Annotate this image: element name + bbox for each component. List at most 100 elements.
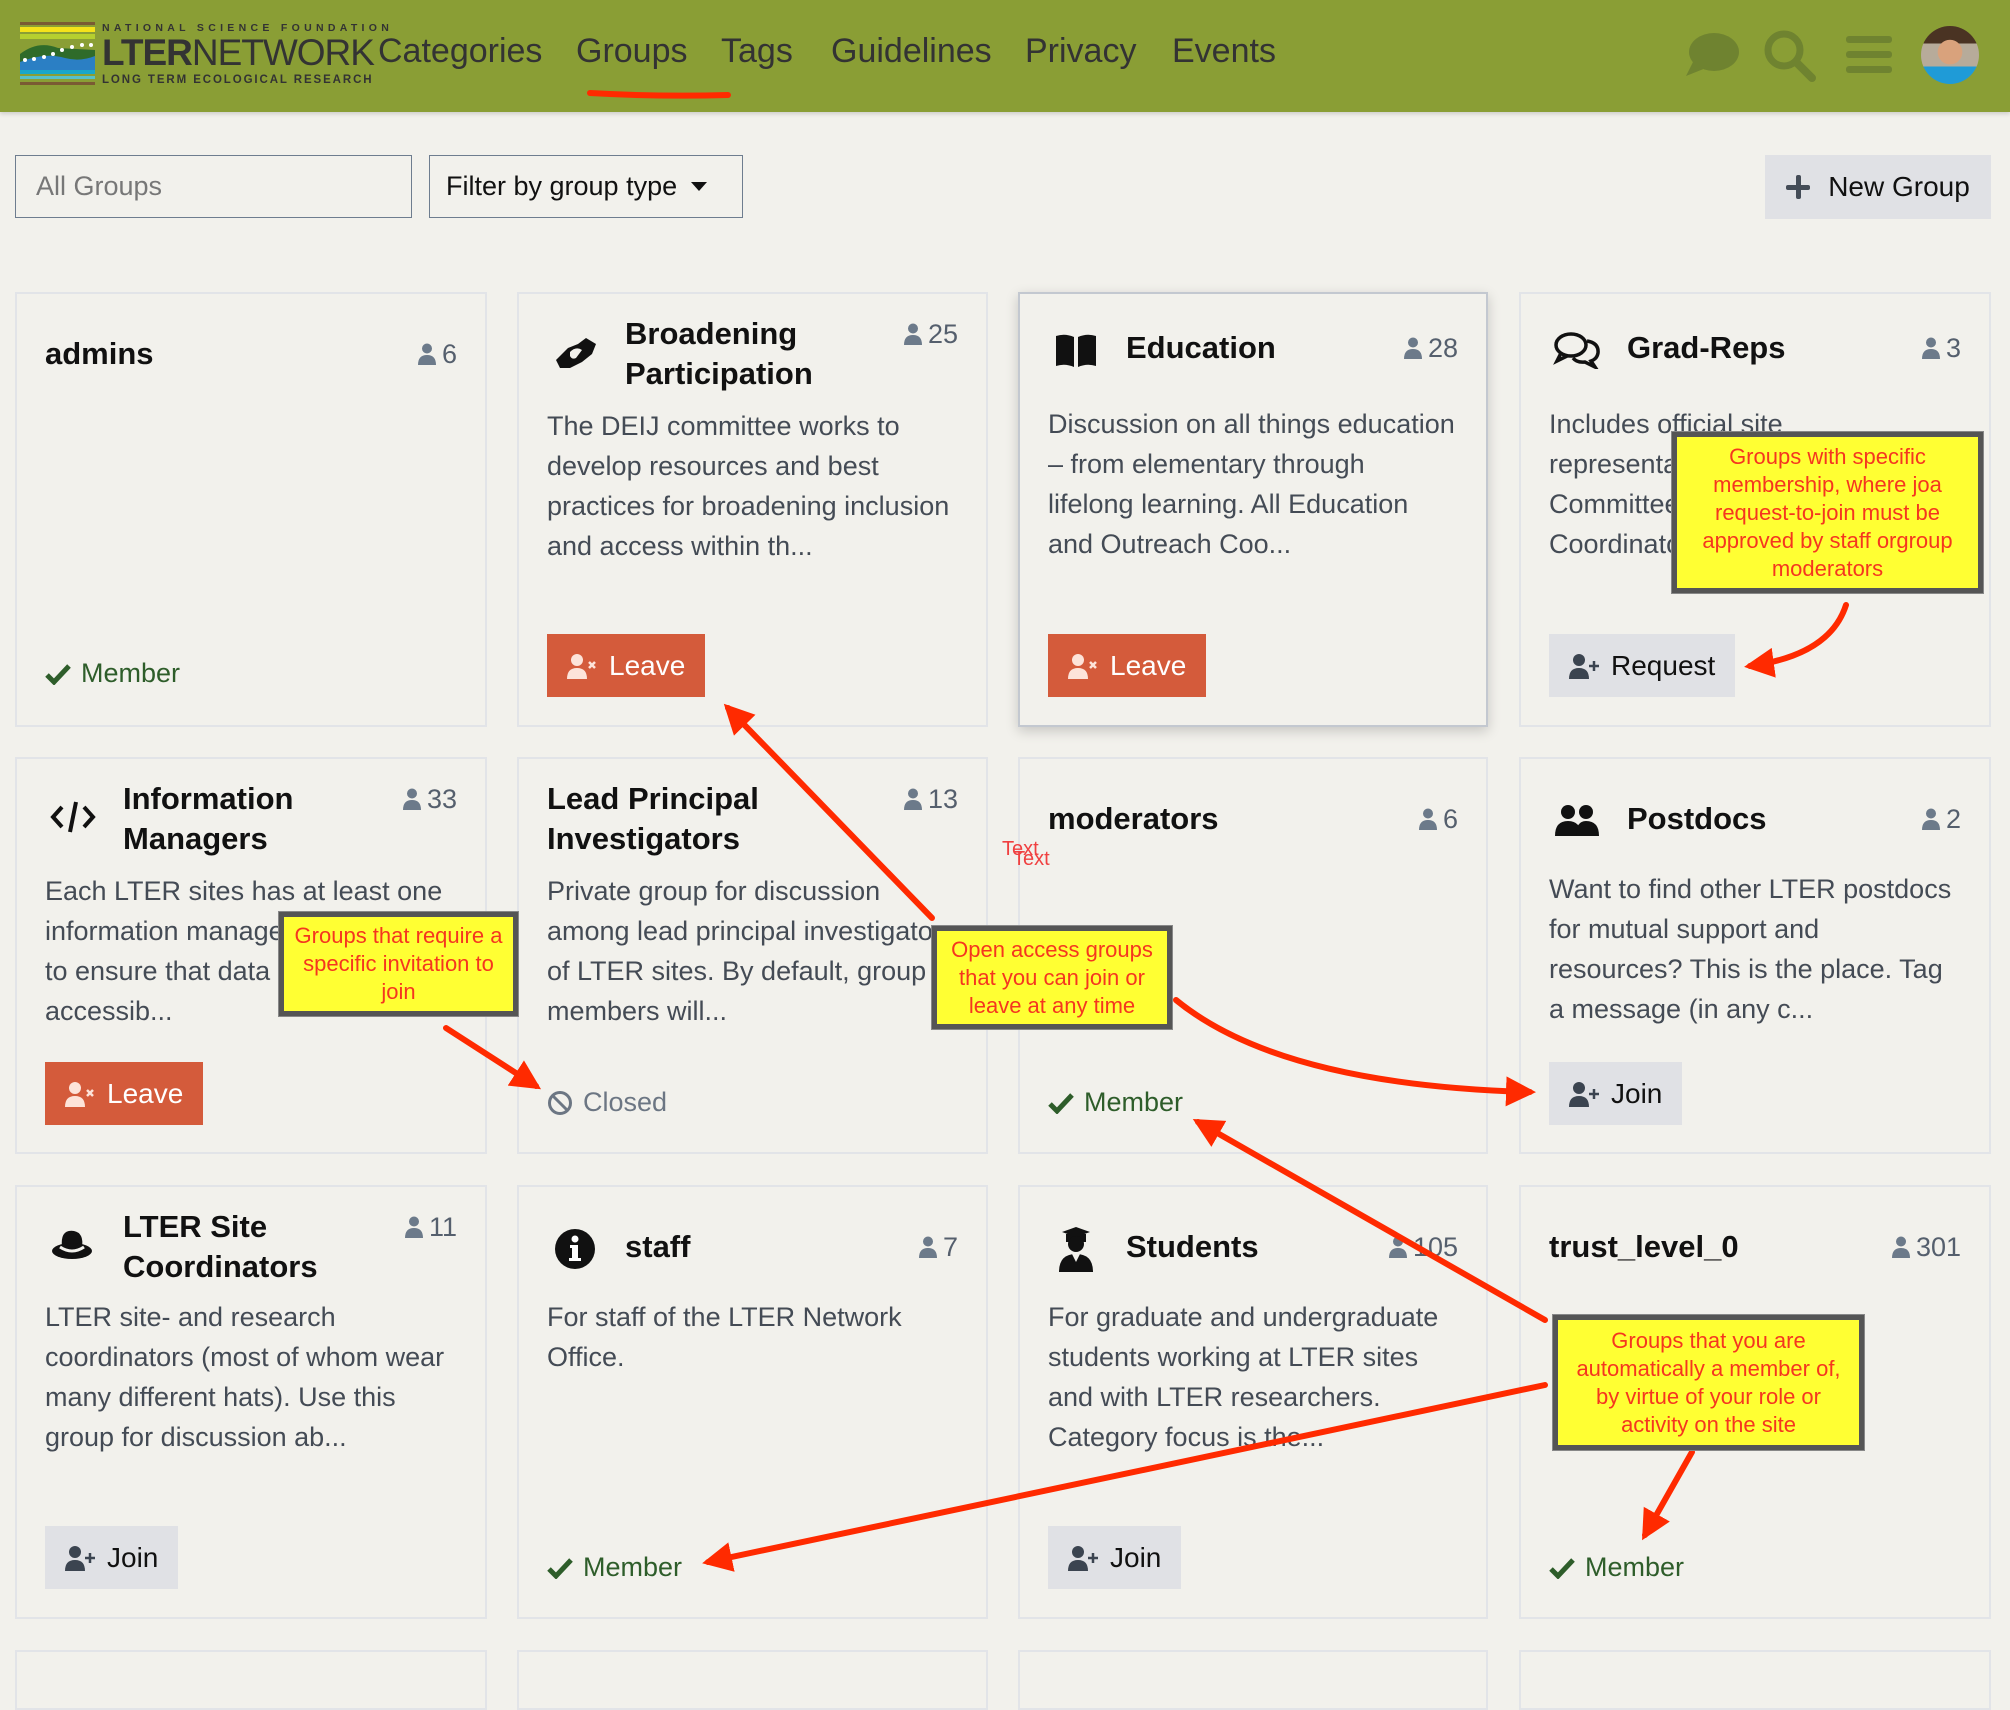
group-card-students[interactable]: Students 105 For graduate and undergradu… — [1018, 1185, 1488, 1619]
card-header: Students 105 — [1048, 1227, 1458, 1272]
member-status: Member — [1549, 1552, 1684, 1583]
nav-privacy[interactable]: Privacy — [1025, 32, 1136, 71]
leave-button[interactable]: Leave — [1048, 634, 1207, 697]
user-times-icon — [567, 653, 597, 679]
logo-mark-icon — [20, 22, 95, 85]
logo-network: NETWORK — [191, 32, 375, 73]
logo-text: NATIONAL SCIENCE FOUNDATION LTERNETWORK … — [102, 22, 389, 86]
check-icon — [45, 663, 71, 685]
logo-lter: LTER — [102, 32, 193, 73]
book-open-icon — [1048, 328, 1104, 372]
group-card-staff[interactable]: staff 7 For staff of the LTER Network Of… — [517, 1185, 988, 1619]
code-icon — [45, 795, 101, 839]
hat-icon — [45, 1223, 101, 1267]
new-group-label: New Group — [1828, 171, 1970, 202]
card-header: Broadening Participation 25 — [547, 314, 958, 394]
user-times-icon — [1068, 653, 1098, 679]
member-label: Member — [583, 1552, 683, 1582]
member-count-value: 105 — [1412, 1232, 1458, 1262]
group-card-broadening-participation[interactable]: Broadening Participation 25 The DEIJ com… — [517, 292, 988, 727]
nav-groups[interactable]: Groups — [576, 32, 688, 71]
users-icon — [1549, 799, 1605, 843]
group-name[interactable]: Postdocs — [1627, 799, 1922, 839]
person-icon — [418, 343, 436, 365]
group-name[interactable]: Broadening Participation — [625, 314, 904, 394]
group-name[interactable]: moderators — [1048, 799, 1419, 839]
member-count-value: 3 — [1945, 333, 1961, 363]
group-card-partial[interactable] — [15, 1650, 487, 1710]
group-description: For graduate and undergraduate students … — [1048, 1302, 1439, 1452]
member-status: Member — [547, 1552, 682, 1583]
annotation-auto-callout: Groups that you are automatically a memb… — [1553, 1315, 1864, 1450]
nav-events[interactable]: Events — [1172, 32, 1276, 71]
member-count-value: 6 — [1442, 804, 1458, 834]
group-card-lead-principal-investigators[interactable]: Lead Principal Investigators 13 Private … — [517, 757, 988, 1154]
join-button[interactable]: Join — [45, 1526, 179, 1589]
closed-status: Closed — [547, 1087, 667, 1118]
group-card-admins[interactable]: admins 6 Member — [15, 292, 487, 727]
check-icon — [1549, 1557, 1575, 1579]
person-icon — [1404, 337, 1422, 359]
leave-label: Leave — [609, 649, 686, 681]
ban-icon — [548, 1090, 572, 1115]
card-header: Postdocs 2 — [1549, 799, 1961, 843]
group-card-partial[interactable] — [517, 1650, 988, 1710]
group-card-partial[interactable] — [1519, 1650, 1991, 1710]
leave-button[interactable]: Leave — [45, 1062, 204, 1125]
caret-down-icon — [691, 182, 708, 191]
group-card-education[interactable]: Education 28 Discussion on all things ed… — [1018, 292, 1488, 727]
group-name[interactable]: Students — [1126, 1227, 1389, 1267]
card-header: LTER Site Coordinators 11 — [45, 1207, 457, 1287]
person-icon — [1922, 337, 1940, 359]
leave-label: Leave — [1110, 649, 1187, 681]
annotation-request-callout: Groups with specific membership, where j… — [1672, 432, 1983, 593]
group-card-partial[interactable] — [1018, 1650, 1488, 1710]
comments-icon — [1549, 328, 1605, 372]
group-name[interactable]: trust_level_0 — [1549, 1227, 1892, 1267]
group-name[interactable]: Lead Principal Investigators — [547, 779, 904, 859]
member-count: 6 — [1419, 799, 1458, 839]
search-icon[interactable] — [1762, 28, 1818, 84]
group-description: Private group for discussion among lead … — [547, 876, 956, 1026]
member-count-value: 28 — [1427, 333, 1458, 363]
group-card-lter-site-coordinators[interactable]: LTER Site Coordinators 11 LTER site- and… — [15, 1185, 487, 1619]
person-icon — [1419, 808, 1437, 830]
nav-tags[interactable]: Tags — [721, 32, 793, 71]
member-count: 11 — [405, 1207, 457, 1247]
member-count: 301 — [1892, 1227, 1961, 1267]
hamburger-menu-icon[interactable] — [1846, 34, 1892, 76]
group-description: LTER site- and research coordinators (mo… — [45, 1302, 445, 1452]
join-button[interactable]: Join — [1549, 1062, 1683, 1125]
person-icon — [904, 323, 922, 345]
leave-button[interactable]: Leave — [547, 634, 706, 697]
info-circle-icon — [547, 1227, 603, 1271]
filter-by-group-type-dropdown[interactable]: Filter by group type — [429, 155, 743, 218]
group-search-input[interactable] — [15, 155, 412, 218]
nav-categories[interactable]: Categories — [378, 32, 542, 71]
group-name[interactable]: LTER Site Coordinators — [123, 1207, 405, 1287]
card-header: Lead Principal Investigators 13 — [547, 779, 958, 859]
group-name[interactable]: Education — [1126, 328, 1404, 368]
group-description: Discussion on all things education – fro… — [1048, 409, 1455, 559]
nav-guidelines[interactable]: Guidelines — [831, 32, 992, 71]
new-group-button[interactable]: New Group — [1765, 155, 1991, 219]
group-name[interactable]: Information Managers — [123, 779, 403, 859]
user-avatar[interactable] — [1921, 26, 1979, 84]
join-button[interactable]: Join — [1048, 1526, 1182, 1589]
lter-network-logo[interactable]: NATIONAL SCIENCE FOUNDATION LTERNETWORK … — [20, 22, 389, 86]
handshake-icon — [547, 330, 603, 374]
member-count-value: 301 — [1915, 1232, 1961, 1262]
person-icon — [1389, 1236, 1407, 1258]
group-name[interactable]: staff — [625, 1227, 919, 1267]
logo-title: LTERNETWORK — [102, 32, 375, 73]
card-header: Information Managers 33 — [45, 779, 457, 859]
request-button[interactable]: Request — [1549, 634, 1736, 697]
member-count-value: 6 — [441, 339, 457, 369]
plus-icon — [1786, 175, 1811, 199]
group-card-postdocs[interactable]: Postdocs 2 Want to find other LTER postd… — [1519, 757, 1991, 1154]
member-label: Member — [81, 658, 181, 688]
member-count: 7 — [919, 1227, 958, 1267]
group-name[interactable]: Grad-Reps — [1627, 328, 1922, 368]
group-name[interactable]: admins — [45, 334, 418, 374]
chat-icon[interactable] — [1680, 30, 1744, 80]
